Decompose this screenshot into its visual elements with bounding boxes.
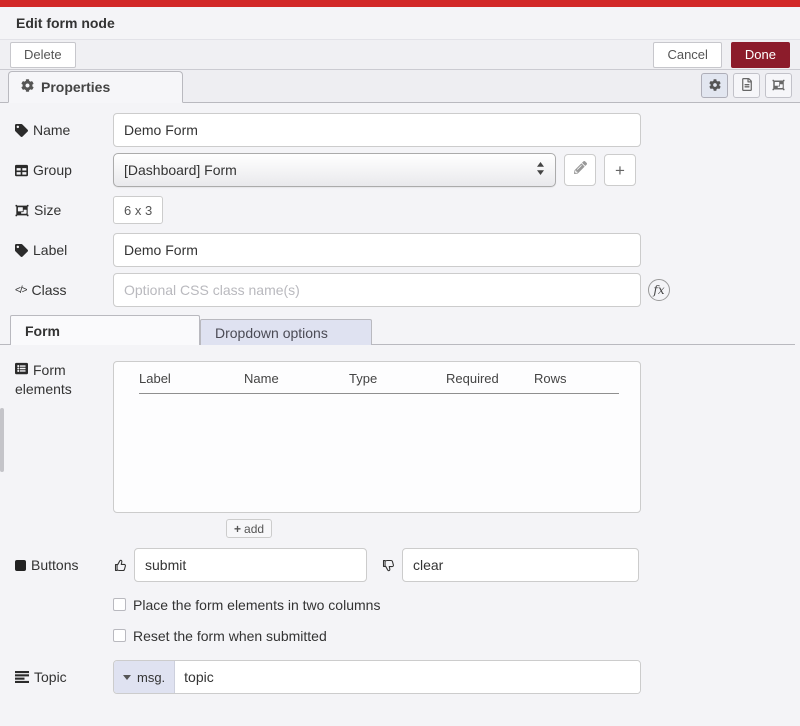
group-select-value: [Dashboard] Form xyxy=(124,162,536,178)
fx-icon: fx xyxy=(653,283,664,297)
edit-group-button[interactable] xyxy=(564,154,596,186)
gear-icon xyxy=(21,79,34,95)
thumbs-up-icon xyxy=(113,558,128,573)
subtab-form[interactable]: Form xyxy=(10,315,200,345)
two-columns-checkbox-label[interactable]: Place the form elements in two columns xyxy=(133,597,380,613)
form-elements-header: Label Name Type Required Rows xyxy=(139,371,619,394)
caret-down-icon xyxy=(123,675,131,680)
group-label-text: Group xyxy=(33,162,72,178)
buttons-row: Buttons xyxy=(0,548,800,582)
object-group-icon xyxy=(772,78,785,94)
plus-icon: + xyxy=(615,162,625,179)
class-label-text: Class xyxy=(31,282,66,298)
two-columns-checkbox[interactable] xyxy=(113,598,126,611)
column-header-rows: Rows xyxy=(534,371,567,386)
top-accent-bar xyxy=(0,0,800,7)
form-elements-label-line1: Form xyxy=(33,361,66,380)
form-elements-list[interactable]: Label Name Type Required Rows xyxy=(113,361,641,513)
left-scrollbar-thumb[interactable] xyxy=(0,408,4,472)
reset-form-option-row: Reset the form when submitted xyxy=(0,627,800,644)
form-elements-label: Form elements xyxy=(15,361,113,399)
tab-properties[interactable]: Properties xyxy=(8,71,183,103)
properties-settings-button[interactable] xyxy=(701,73,728,98)
class-input[interactable] xyxy=(113,273,641,307)
thumbs-down-icon xyxy=(381,558,396,573)
class-label: </> Class xyxy=(15,282,113,298)
reset-form-checkbox-label[interactable]: Reset the form when submitted xyxy=(133,628,327,644)
name-label-text: Name xyxy=(33,122,70,138)
delete-button[interactable]: Delete xyxy=(10,42,76,68)
appearance-button[interactable] xyxy=(765,73,792,98)
topic-input[interactable] xyxy=(175,661,640,693)
form-subtabs: Form Dropdown options xyxy=(0,315,800,345)
form-elements-widget: Label Name Type Required Rows + add xyxy=(113,361,641,538)
submit-button-text-input[interactable] xyxy=(134,548,367,582)
group-select[interactable]: [Dashboard] Form xyxy=(113,153,556,187)
size-button[interactable]: 6 x 3 xyxy=(113,196,163,224)
add-element-label: add xyxy=(244,522,264,536)
column-header-required: Required xyxy=(446,371,534,386)
table-icon xyxy=(15,164,28,177)
msg-prefix-label: msg. xyxy=(137,670,165,685)
class-row: </> Class fx xyxy=(0,273,800,307)
editor-tabbar: Properties xyxy=(0,70,800,103)
done-button[interactable]: Done xyxy=(731,42,790,68)
label-label: Label xyxy=(15,242,113,258)
label-label-text: Label xyxy=(33,242,67,258)
size-row: Size 6 x 3 xyxy=(0,193,800,227)
form-elements-label-line2: elements xyxy=(15,381,72,397)
code-icon: </> xyxy=(15,285,26,296)
bars-icon xyxy=(15,671,29,683)
object-group-icon xyxy=(15,204,29,217)
add-element-button[interactable]: + add xyxy=(226,519,272,538)
tag-icon xyxy=(15,124,28,137)
two-columns-option-row: Place the form elements in two columns xyxy=(0,596,800,613)
reset-form-checkbox[interactable] xyxy=(113,629,126,642)
edit-form-node-dialog: Edit form node Delete Cancel Done Proper… xyxy=(0,0,800,726)
gear-icon xyxy=(709,78,721,94)
fx-button[interactable]: fx xyxy=(648,279,670,301)
document-icon xyxy=(742,78,752,94)
size-label-text: Size xyxy=(34,202,61,218)
column-header-label: Label xyxy=(139,371,244,386)
column-header-name: Name xyxy=(244,371,349,386)
form-elements-row: Form elements Label Name Type Required R… xyxy=(0,361,800,538)
name-row: Name xyxy=(0,113,800,147)
description-button[interactable] xyxy=(733,73,760,98)
group-label: Group xyxy=(15,162,113,178)
list-alt-icon xyxy=(15,361,28,380)
buttons-label-text: Buttons xyxy=(31,557,78,573)
subtab-dropdown-label: Dropdown options xyxy=(215,325,328,341)
group-row: Group [Dashboard] Form + xyxy=(0,153,800,187)
add-group-button[interactable]: + xyxy=(604,154,636,186)
column-header-type: Type xyxy=(349,371,446,386)
topic-row: Topic msg. xyxy=(0,660,800,694)
clear-button-text-input[interactable] xyxy=(402,548,639,582)
cancel-button[interactable]: Cancel xyxy=(653,42,721,68)
dialog-toolbar: Delete Cancel Done xyxy=(0,40,800,70)
topic-label-text: Topic xyxy=(34,669,67,685)
square-icon xyxy=(15,560,26,571)
msg-type-selector[interactable]: msg. xyxy=(114,661,175,693)
label-input[interactable] xyxy=(113,233,641,267)
size-label: Size xyxy=(15,202,113,218)
plus-icon: + xyxy=(234,522,241,536)
properties-panel: Name Group [Dashboard] Form xyxy=(0,103,800,694)
dialog-title: Edit form node xyxy=(0,7,800,40)
sort-arrows-icon xyxy=(536,162,545,178)
subtab-dropdown-options[interactable]: Dropdown options xyxy=(200,319,372,345)
buttons-label: Buttons xyxy=(15,557,113,573)
pencil-icon xyxy=(574,161,587,179)
topic-typed-input: msg. xyxy=(113,660,641,694)
tag-icon xyxy=(15,244,28,257)
name-input[interactable] xyxy=(113,113,641,147)
topic-label: Topic xyxy=(15,669,113,685)
tab-properties-label: Properties xyxy=(41,79,110,95)
subtab-form-label: Form xyxy=(25,323,60,339)
label-row: Label xyxy=(0,233,800,267)
name-label: Name xyxy=(15,122,113,138)
